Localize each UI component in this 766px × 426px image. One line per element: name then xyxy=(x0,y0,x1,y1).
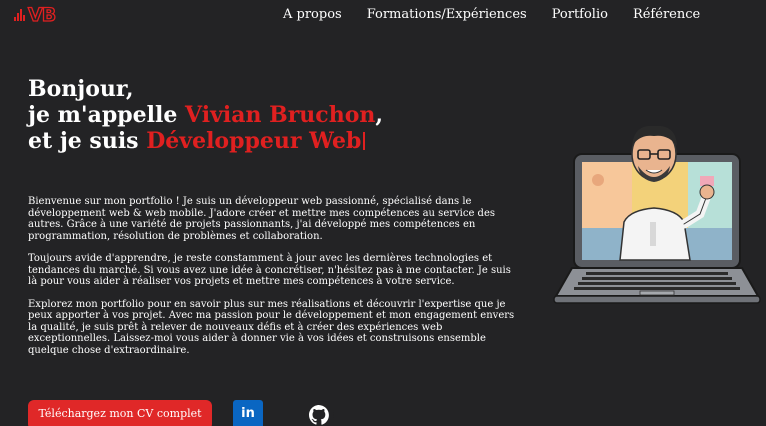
nav-link-formations[interactable]: Formations/Expériences xyxy=(367,7,527,23)
hero-line-2: je m'appelle Vivian Bruchon, xyxy=(28,102,383,128)
laptop-avatar-illustration xyxy=(550,118,762,310)
hero-line-3: et je suis Développeur Web xyxy=(28,128,383,154)
nav-link-a-propos[interactable]: A propos xyxy=(283,7,342,23)
nav-link-portfolio[interactable]: Portfolio xyxy=(552,7,608,23)
portfolio-page: VB A propos Formations/Expériences Portf… xyxy=(0,0,766,426)
intro-paragraph-3: Explorez mon portfolio pour en savoir pl… xyxy=(28,298,515,356)
intro-paragraph-2: Toujours avide d'apprendre, je reste con… xyxy=(28,253,511,287)
download-cv-button[interactable]: Téléchargez mon CV complet xyxy=(28,400,212,426)
hero-line-3-prefix: et je suis xyxy=(28,128,147,154)
hero-line-2-suffix: , xyxy=(375,102,384,128)
intro-text: Bienvenue sur mon portfolio ! Je suis un… xyxy=(28,196,518,367)
linkedin-icon[interactable]: in xyxy=(233,400,263,426)
logo-bars-icon xyxy=(14,9,25,21)
github-icon[interactable] xyxy=(303,399,335,426)
typing-cursor xyxy=(363,132,366,150)
logo-text: VB xyxy=(27,4,57,26)
nav-link-reference[interactable]: Référence xyxy=(633,7,700,23)
site-logo[interactable]: VB xyxy=(14,4,57,26)
hero-title: Bonjour, je m'appelle Vivian Bruchon, et… xyxy=(28,76,383,154)
intro-paragraph-1: Bienvenue sur mon portfolio ! Je suis un… xyxy=(28,196,496,242)
main-nav: A propos Formations/Expériences Portfoli… xyxy=(283,7,725,23)
hero-line-1: Bonjour, xyxy=(28,76,134,102)
hero-name: Vivian Bruchon xyxy=(185,102,376,128)
hero-line-2-prefix: je m'appelle xyxy=(28,102,186,128)
hero-role: Développeur Web xyxy=(146,128,362,154)
